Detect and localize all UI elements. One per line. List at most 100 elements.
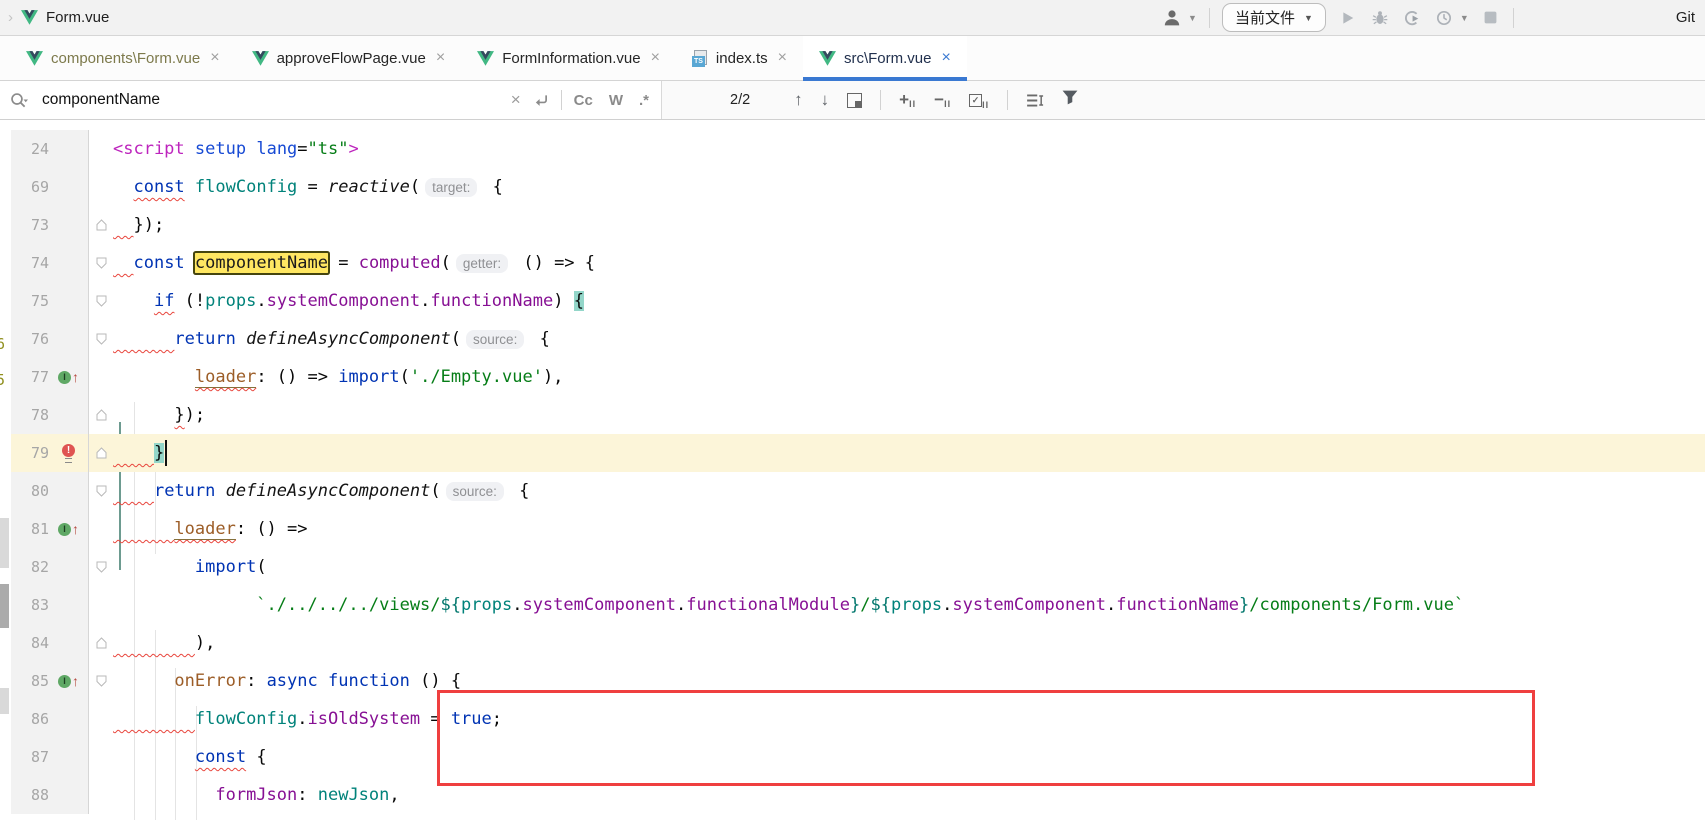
git-menu[interactable]: Git bbox=[1676, 9, 1697, 26]
line-number[interactable]: 86 bbox=[11, 710, 49, 728]
line-number[interactable]: 83 bbox=[11, 596, 49, 614]
code-line-75[interactable]: 75 if (!props.systemComponent.functionNa… bbox=[11, 282, 1705, 320]
line-number[interactable]: 82 bbox=[11, 558, 49, 576]
close-tab-icon[interactable]: × bbox=[651, 49, 660, 67]
line-number[interactable]: 69 bbox=[11, 178, 49, 196]
code-area[interactable]: 24<script setup lang="ts">69 const flowC… bbox=[11, 120, 1705, 814]
user-dropdown-chevron-icon[interactable]: ▼ bbox=[1188, 13, 1197, 23]
gutter[interactable]: 85I↑ bbox=[11, 662, 89, 700]
code-line-82[interactable]: 82 import( bbox=[11, 548, 1705, 586]
gutter[interactable]: 82 bbox=[11, 548, 89, 586]
line-number[interactable]: 80 bbox=[11, 482, 49, 500]
code-line-86[interactable]: 86 flowConfig.isOldSystem = true; bbox=[11, 700, 1705, 738]
gutter[interactable]: 86 bbox=[11, 700, 89, 738]
regex-toggle[interactable]: .* bbox=[639, 92, 649, 109]
remove-occurrence-icon[interactable]: −II bbox=[934, 90, 951, 110]
match-case-toggle[interactable]: Cc bbox=[574, 92, 593, 109]
code-line-77[interactable]: 77 I↑ loader: () => import('./Empty.vue')… bbox=[11, 358, 1705, 396]
code-line-85[interactable]: 85I↑ onError: async function () { bbox=[11, 662, 1705, 700]
code-line-73[interactable]: 73 }); bbox=[11, 206, 1705, 244]
search-input[interactable] bbox=[40, 90, 499, 110]
search-field[interactable]: × CcW.* bbox=[0, 81, 662, 119]
line-number[interactable]: 76 bbox=[11, 330, 49, 348]
gutter[interactable]: 78 bbox=[11, 396, 89, 434]
line-number[interactable]: 73 bbox=[11, 216, 49, 234]
code-text[interactable]: ), bbox=[113, 624, 1705, 662]
line-number[interactable]: 84 bbox=[11, 634, 49, 652]
close-tab-icon[interactable]: × bbox=[436, 49, 445, 67]
search-icon[interactable] bbox=[10, 92, 28, 109]
gutter[interactable]: 80 bbox=[11, 472, 89, 510]
tab-index.ts[interactable]: TSindex.ts× bbox=[676, 36, 803, 80]
code-text[interactable]: const componentName = computed(getter: (… bbox=[113, 244, 1705, 282]
line-number[interactable]: 24 bbox=[11, 140, 49, 158]
line-number[interactable]: 77 bbox=[11, 368, 49, 386]
fold-start-icon[interactable] bbox=[96, 333, 107, 345]
code-line-69[interactable]: 69 const flowConfig = reactive(target: { bbox=[11, 168, 1705, 206]
gutter[interactable]: 69 bbox=[11, 168, 89, 206]
tab-components-form.vue[interactable]: components\Form.vue× bbox=[10, 36, 236, 80]
gutter[interactable]: 83 bbox=[11, 586, 89, 624]
close-tab-icon[interactable]: × bbox=[941, 49, 950, 67]
line-number[interactable]: 87 bbox=[11, 748, 49, 766]
line-number[interactable]: 75 bbox=[11, 292, 49, 310]
filter-icon[interactable] bbox=[1062, 90, 1078, 110]
previous-occurrence-icon[interactable]: ↑ bbox=[794, 90, 803, 110]
code-text[interactable]: flowConfig.isOldSystem = true; bbox=[113, 700, 1705, 738]
code-text[interactable]: loader: () => import('./Empty.vue'), bbox=[113, 358, 1705, 396]
code-text[interactable]: formJson: newJson, bbox=[113, 776, 1705, 814]
tab-approveflowpage.vue[interactable]: approveFlowPage.vue× bbox=[236, 36, 462, 80]
fold-start-icon[interactable] bbox=[96, 675, 107, 687]
code-line-24[interactable]: 24<script setup lang="ts"> bbox=[11, 130, 1705, 168]
fold-end-icon[interactable] bbox=[96, 219, 107, 231]
code-line-83[interactable]: 83 `./../../../views/${props.systemCompo… bbox=[11, 586, 1705, 624]
close-tab-icon[interactable]: × bbox=[210, 49, 219, 67]
code-editor[interactable]: 24<script setup lang="ts">69 const flowC… bbox=[0, 120, 1705, 820]
fold-start-icon[interactable] bbox=[96, 257, 107, 269]
code-text[interactable]: import( bbox=[113, 548, 1705, 586]
code-line-84[interactable]: 84 ), bbox=[11, 624, 1705, 662]
clear-search-icon[interactable]: × bbox=[511, 90, 521, 110]
run-configuration-combo[interactable]: 当前文件 ▼ bbox=[1222, 3, 1326, 32]
code-text[interactable]: onError: async function () { bbox=[113, 662, 1705, 700]
implemented-marker-icon[interactable]: I↑ bbox=[58, 371, 79, 384]
code-text[interactable]: return defineAsyncComponent(source: { bbox=[113, 320, 1705, 358]
next-occurrence-icon[interactable]: ↓ bbox=[821, 90, 830, 110]
fold-start-icon[interactable] bbox=[96, 561, 107, 573]
code-text[interactable]: const flowConfig = reactive(target: { bbox=[113, 168, 1705, 206]
tab-forminformation.vue[interactable]: FormInformation.vue× bbox=[461, 36, 676, 80]
gutter[interactable]: 77 I↑ bbox=[11, 358, 89, 396]
run-options-chevron-icon[interactable]: ▼ bbox=[1460, 13, 1469, 23]
close-tab-icon[interactable]: × bbox=[778, 49, 787, 67]
implemented-marker-icon[interactable]: I↑ bbox=[58, 523, 79, 536]
gutter[interactable]: 76 bbox=[11, 320, 89, 358]
profiler-icon[interactable] bbox=[1402, 8, 1422, 28]
gutter[interactable]: 81I↑ bbox=[11, 510, 89, 548]
gutter[interactable]: 79! bbox=[11, 434, 89, 472]
code-text[interactable]: }); bbox=[113, 206, 1705, 244]
implemented-marker-icon[interactable]: I↑ bbox=[58, 675, 79, 688]
line-number[interactable]: 88 bbox=[11, 786, 49, 804]
fold-end-icon[interactable] bbox=[96, 637, 107, 649]
code-line-78[interactable]: 78 }); bbox=[11, 396, 1705, 434]
code-text[interactable]: }); bbox=[113, 396, 1705, 434]
code-text[interactable]: loader: () => bbox=[113, 510, 1705, 548]
gutter[interactable]: 74 bbox=[11, 244, 89, 282]
fold-start-icon[interactable] bbox=[96, 485, 107, 497]
gutter[interactable]: 84 bbox=[11, 624, 89, 662]
line-number[interactable]: 79 bbox=[11, 444, 49, 462]
run-icon[interactable] bbox=[1338, 8, 1358, 28]
code-text[interactable]: const { bbox=[113, 738, 1705, 776]
select-all-occurrences-icon[interactable]: ✓II bbox=[969, 91, 989, 110]
gutter[interactable]: 24 bbox=[11, 130, 89, 168]
gutter[interactable]: 87 bbox=[11, 738, 89, 776]
user-account-icon[interactable] bbox=[1162, 8, 1182, 28]
run-with-coverage-icon[interactable] bbox=[1434, 8, 1454, 28]
code-text[interactable]: if (!props.systemComponent.functionName)… bbox=[113, 282, 1705, 320]
code-line-81[interactable]: 81I↑ loader: () => bbox=[11, 510, 1705, 548]
stop-icon[interactable] bbox=[1481, 8, 1501, 28]
filter-lines-icon[interactable] bbox=[1026, 93, 1044, 108]
error-intention-icon[interactable]: ! bbox=[62, 444, 75, 463]
open-in-find-window-icon[interactable] bbox=[847, 93, 862, 108]
code-text[interactable]: return defineAsyncComponent(source: { bbox=[113, 472, 1705, 510]
